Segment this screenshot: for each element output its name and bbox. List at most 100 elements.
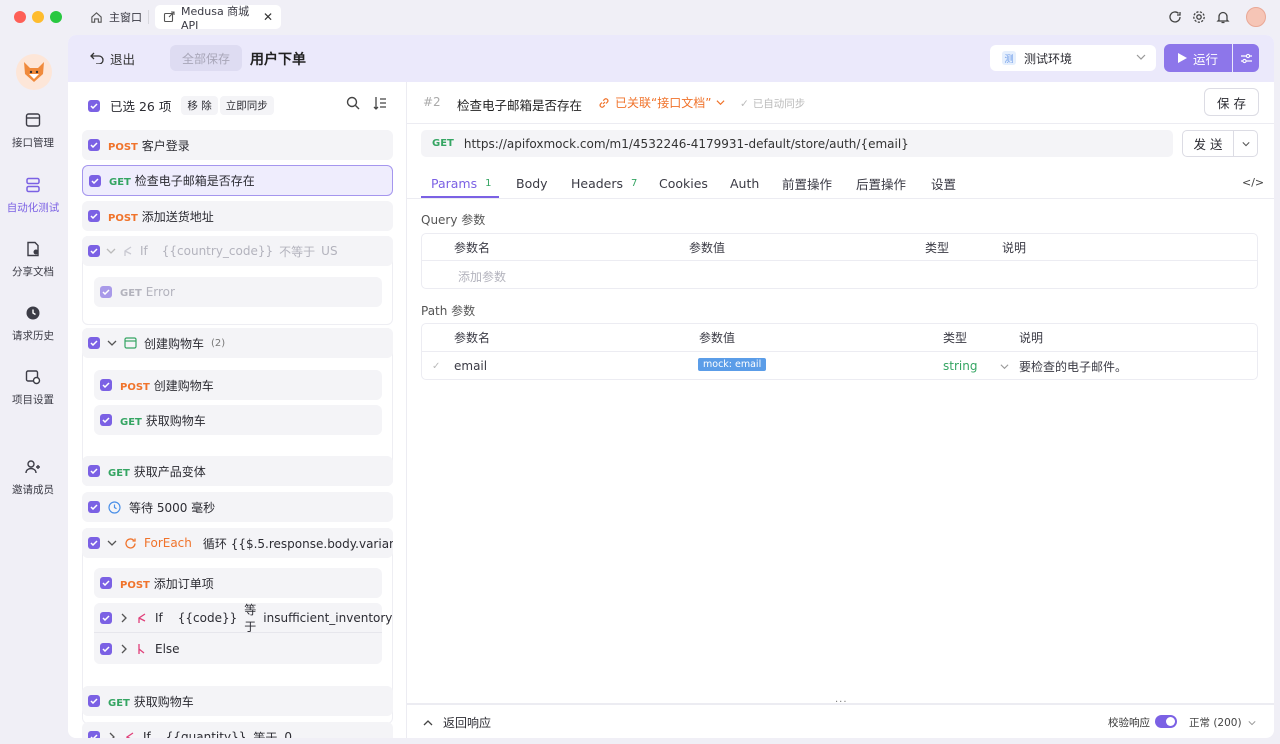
param-type[interactable]: string [943,359,977,373]
step-checkbox[interactable] [100,414,112,426]
run-button[interactable]: 运行 [1164,44,1232,72]
table-header: 参数名 参数值 类型 说明 [422,234,1257,261]
wait-step[interactable]: 等待 5000 毫秒 [82,492,393,522]
tab-medusa-api[interactable]: Medusa 商城 API ✕ [155,4,281,32]
select-all-checkbox[interactable] [88,99,100,112]
remove-button[interactable]: 移 除 [181,96,218,115]
step-checkbox[interactable] [88,537,100,549]
step-item[interactable]: POST 客户登录 [82,130,393,160]
nav-invite-members[interactable]: 邀请成员 [0,459,66,497]
response-status-select[interactable]: 正常 (200) [1189,715,1256,730]
send-button[interactable]: 发 送 [1182,130,1234,157]
step-item[interactable]: GET 获取购物车 [82,686,393,716]
run-settings-button[interactable] [1233,44,1259,72]
query-params-title: Query 参数 [421,213,486,227]
exit-button[interactable]: 退出 [90,46,135,70]
step-checkbox[interactable] [100,577,112,589]
step-checkbox[interactable] [88,501,100,513]
tab-label: Medusa 商城 API [181,4,250,32]
chevron-down-icon[interactable] [107,338,117,348]
wait-clock-icon [108,500,121,514]
tab-settings[interactable]: 设置 [931,168,956,198]
nav-api-management[interactable]: 接口管理 [0,112,66,150]
fox-logo-avatar[interactable] [16,54,52,90]
step-item[interactable]: GET 获取购物车 [94,405,382,435]
close-tab-icon[interactable]: ✕ [263,10,273,24]
validate-toggle[interactable] [1155,715,1177,728]
step-item[interactable]: POST 添加送货地址 [82,201,393,231]
if-condition-step[interactable]: If {{code}} 等于 insufficient_inventory [94,603,392,634]
param-description[interactable]: 要检查的电子邮件。 [1019,358,1127,375]
tab-auth[interactable]: Auth [730,168,759,198]
user-avatar[interactable] [1246,7,1266,27]
if-condition-step[interactable]: If {{country_code}} 不等于 US [82,236,393,266]
add-param-input[interactable]: 添加参数 [458,268,506,285]
search-icon[interactable] [346,96,360,110]
step-item[interactable]: GET 获取产品变体 [82,456,393,486]
nav-project-settings[interactable]: 项目设置 [0,369,66,407]
close-window-button[interactable] [14,11,26,23]
url-bar[interactable]: GET https://apifoxmock.com/m1/4532246-41… [421,130,1173,157]
selected-count: 已选 26 项 [110,99,172,114]
tab-post-processors[interactable]: 后置操作 [856,168,906,198]
sync-now-button[interactable]: 立即同步 [219,96,274,115]
step-item[interactable]: POST 创建购物车 [94,370,382,400]
step-item-disabled[interactable]: GET Error [94,277,382,307]
drag-handle-icon[interactable]: ··· [835,697,848,708]
param-value-mock[interactable]: mock: email [698,358,767,371]
chevron-down-icon[interactable] [107,538,117,548]
step-checkbox[interactable] [88,337,100,349]
step-checkbox[interactable] [100,643,112,655]
step-checkbox[interactable] [89,174,101,187]
settings-gear-icon[interactable] [1192,10,1206,24]
chevron-right-icon[interactable] [107,732,117,738]
step-item[interactable]: POST 添加订单项 [94,568,382,598]
chevron-down-icon[interactable] [106,246,116,256]
step-checkbox[interactable] [88,695,100,707]
step-checkbox[interactable] [88,731,100,738]
save-all-button[interactable]: 全部保存 [170,45,242,71]
http-method[interactable]: GET [432,138,454,149]
step-checkbox[interactable] [100,286,112,298]
auto-sync-status: ✓ 已自动同步 [740,96,805,111]
code-icon[interactable]: </> [1242,176,1264,189]
step-checkbox[interactable] [100,611,112,624]
foreach-step[interactable]: ForEach 循环 {{$.5.response.body.variants[ [82,528,393,558]
row-check-icon[interactable]: ✓ [432,361,440,372]
minimize-window-button[interactable] [32,11,44,23]
step-checkbox[interactable] [88,139,100,151]
tab-params[interactable]: Params 1 [431,168,492,198]
step-checkbox[interactable] [88,465,100,477]
nav-request-history[interactable]: 请求历史 [0,305,66,343]
param-name[interactable]: email [454,359,487,373]
notification-bell-icon[interactable] [1216,10,1230,24]
step-checkbox[interactable] [88,210,100,222]
linked-doc-button[interactable]: 已关联“接口文档” [598,94,725,111]
step-item-selected[interactable]: GET 检查电子邮箱是否存在 [82,165,393,196]
group-header[interactable]: 创建购物车 (2) [82,328,393,358]
url-input[interactable]: https://apifoxmock.com/m1/4532246-417993… [464,137,909,151]
refresh-icon[interactable] [1168,10,1182,24]
tab-main-window[interactable]: 主窗口 [82,5,150,29]
tab-body[interactable]: Body [516,168,548,198]
nav-automated-testing[interactable]: 自动化测试 [0,177,66,215]
maximize-window-button[interactable] [50,11,62,23]
response-toggle[interactable]: 返回响应 [423,714,491,731]
tab-pre-processors[interactable]: 前置操作 [782,168,832,198]
tab-cookies[interactable]: Cookies [659,168,708,198]
sort-list-icon[interactable] [373,96,387,110]
else-keyword: Else [155,642,180,656]
if-variable: {{quantity}} [165,730,247,738]
step-checkbox[interactable] [100,379,112,391]
chevron-down-icon[interactable] [1000,362,1009,371]
save-button[interactable]: 保 存 [1204,88,1259,116]
nav-shared-docs[interactable]: 分享文档 [0,241,66,279]
environment-select[interactable]: 测 测试环境 [990,45,1156,71]
chevron-right-icon[interactable] [119,613,129,623]
else-step[interactable]: Else [94,634,382,664]
chevron-right-icon[interactable] [119,644,129,654]
if-condition-step[interactable]: If {{quantity}} 等于 0 [82,722,393,738]
tab-headers[interactable]: Headers 7 [571,168,637,198]
step-checkbox[interactable] [88,245,100,257]
send-options-button[interactable] [1233,130,1258,157]
